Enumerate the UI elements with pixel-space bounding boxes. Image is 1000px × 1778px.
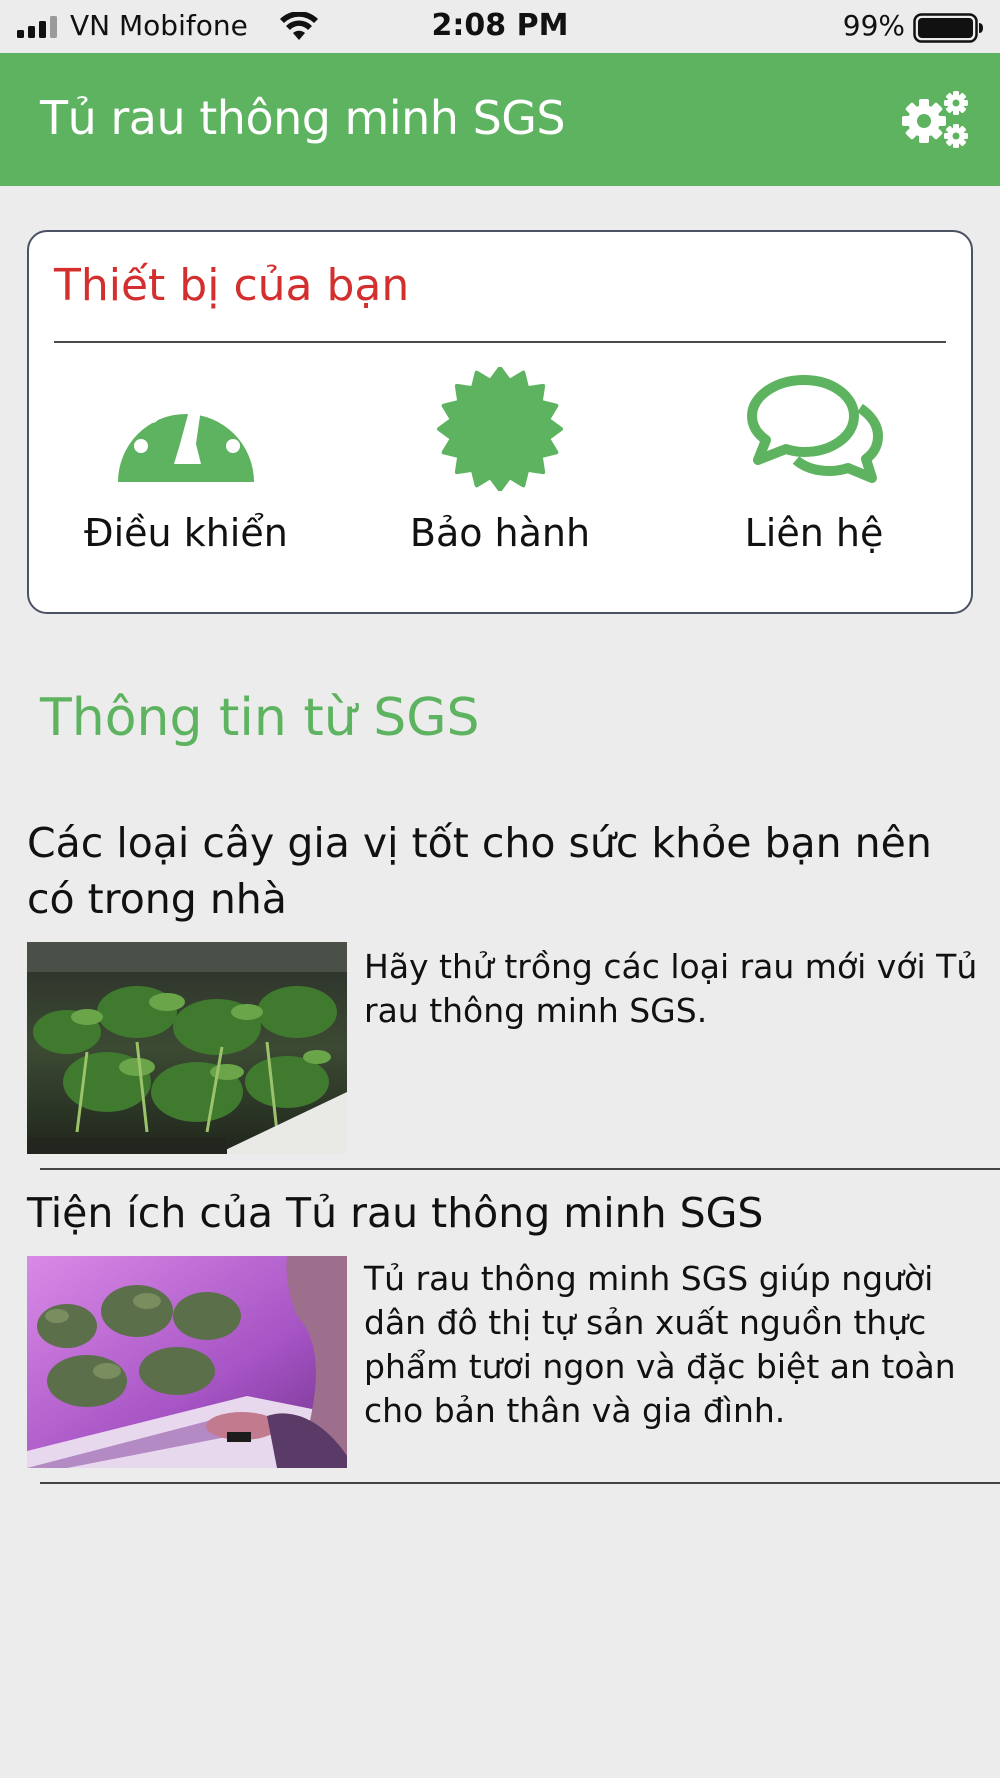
warranty-label: Bảo hành — [409, 511, 591, 555]
battery-percentage: 99% — [842, 9, 905, 42]
contact-button[interactable]: Liên hệ — [657, 367, 971, 587]
warranty-button[interactable]: Bảo hành — [343, 367, 657, 587]
gears-icon — [902, 91, 968, 148]
card-divider — [54, 341, 946, 343]
app-bar: Tủ rau thông minh SGS — [0, 53, 1000, 186]
herb-plants-image — [27, 942, 347, 1154]
article-thumbnail[interactable] — [27, 942, 347, 1154]
control-button[interactable]: Điều khiển — [29, 367, 343, 587]
article-description: Tủ rau thông minh SGS giúp người dân đô … — [364, 1259, 956, 1430]
settings-button[interactable] — [900, 89, 970, 151]
article-divider — [40, 1168, 1000, 1170]
article-title[interactable]: Các loại cây gia vị tốt cho sức khỏe bạn… — [27, 815, 987, 927]
device-card: Thiết bị của bạn Điều khiển Bảo hành Liê… — [27, 230, 973, 614]
purple-lit-plants-image — [27, 1256, 347, 1468]
article-thumbnail[interactable] — [27, 1256, 347, 1468]
dashboard-gauge-icon — [118, 392, 254, 482]
contact-label: Liên hệ — [744, 511, 884, 555]
app-title: Tủ rau thông minh SGS — [40, 91, 566, 145]
control-label: Điều khiển — [84, 511, 288, 555]
chat-bubbles-icon — [747, 375, 883, 483]
news-section-title: Thông tin từ SGS — [40, 688, 480, 748]
article-description: Hãy thử trồng các loại rau mới với Tủ ra… — [364, 947, 978, 1030]
badge-certificate-icon — [437, 367, 563, 491]
battery-icon — [913, 13, 983, 43]
article-title[interactable]: Tiện ích của Tủ rau thông minh SGS — [27, 1185, 987, 1241]
article-divider — [40, 1482, 1000, 1484]
device-card-title: Thiết bị của bạn — [54, 260, 410, 311]
status-bar: VN Mobifone 2:08 PM 99% — [0, 0, 1000, 53]
device-actions: Điều khiển Bảo hành Liên hệ — [29, 367, 971, 587]
